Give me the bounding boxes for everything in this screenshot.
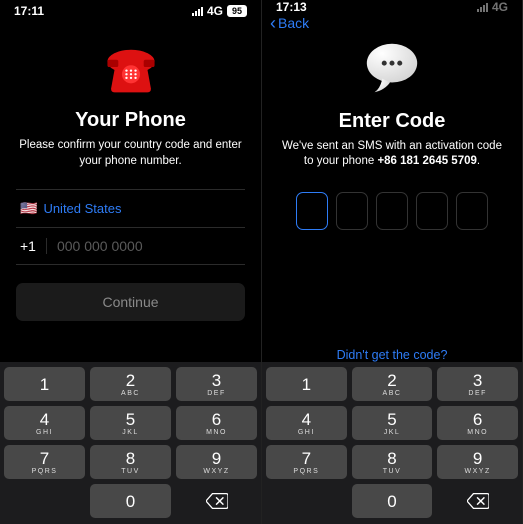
code-digit-1[interactable] — [296, 192, 328, 230]
keypad-key-5[interactable]: 5JKL — [352, 406, 433, 440]
keypad-key-0[interactable]: 0 — [90, 484, 171, 518]
keypad-key-7[interactable]: 7PQRS — [266, 445, 347, 479]
status-time: 17:13 — [276, 0, 307, 14]
status-right: 4G 95 — [192, 4, 247, 18]
content: Your Phone Please confirm your country c… — [0, 22, 261, 362]
chevron-left-icon: ‹ — [270, 14, 276, 32]
status-right: 4G — [477, 0, 508, 14]
status-bar: 17:11 4G 95 — [0, 0, 261, 22]
subtitle: Please confirm your country code and ent… — [16, 138, 245, 169]
keypad-backspace[interactable] — [437, 484, 518, 518]
keypad-key-2[interactable]: 2ABC — [90, 367, 171, 401]
status-time: 17:11 — [14, 4, 44, 18]
back-button[interactable]: ‹ Back — [270, 14, 309, 32]
phone-icon — [102, 38, 160, 101]
country-name: United States — [43, 201, 121, 216]
phone-input[interactable] — [57, 238, 241, 254]
page-title: Enter Code — [339, 110, 446, 133]
resend-code-link[interactable]: Didn't get the code? — [337, 348, 448, 362]
dial-code: +1 — [20, 238, 47, 254]
flag-icon: 🇺🇸 — [20, 200, 37, 217]
keypad-key-6[interactable]: 6MNO — [437, 406, 518, 440]
code-digit-5[interactable] — [456, 192, 488, 230]
keypad-key-1[interactable]: 1 — [266, 367, 347, 401]
page-title: Your Phone — [75, 109, 186, 132]
signal-icon — [477, 3, 488, 12]
keypad-key-6[interactable]: 6MNO — [176, 406, 257, 440]
phone-row: +1 — [16, 228, 245, 265]
keypad-key-4[interactable]: 4GHI — [4, 406, 85, 440]
keypad-key-9[interactable]: 9WXYZ — [176, 445, 257, 479]
keypad-blank — [266, 484, 347, 518]
speech-bubble-icon — [361, 39, 423, 102]
keypad-key-7[interactable]: 7PQRS — [4, 445, 85, 479]
keypad-key-8[interactable]: 8TUV — [352, 445, 433, 479]
keypad-key-1[interactable]: 1 — [4, 367, 85, 401]
content: Enter Code We've sent an SMS with an act… — [262, 33, 522, 362]
country-selector[interactable]: 🇺🇸 United States — [16, 189, 245, 228]
keypad-key-2[interactable]: 2ABC — [352, 367, 433, 401]
keypad-key-5[interactable]: 5JKL — [90, 406, 171, 440]
keypad-backspace[interactable] — [176, 484, 257, 518]
keypad-key-9[interactable]: 9WXYZ — [437, 445, 518, 479]
numeric-keypad: 12ABC3DEF 4GHI5JKL6MNO 7PQRS8TUV9WXYZ0 — [262, 362, 522, 524]
subtitle-phone: +86 181 2645 5709 — [377, 155, 476, 167]
back-label: Back — [278, 15, 309, 31]
continue-button[interactable]: Continue — [16, 283, 245, 321]
code-digit-3[interactable] — [376, 192, 408, 230]
network-label: 4G — [492, 0, 508, 14]
keypad-key-3[interactable]: 3DEF — [437, 367, 518, 401]
code-digit-4[interactable] — [416, 192, 448, 230]
nav-bar: ‹ Back — [262, 14, 522, 33]
battery-icon: 95 — [227, 5, 247, 17]
subtitle: We've sent an SMS with an activation cod… — [278, 139, 506, 170]
screen-enter-code: 17:13 4G ‹ Back — [261, 0, 522, 524]
keypad-key-8[interactable]: 8TUV — [90, 445, 171, 479]
keypad-key-0[interactable]: 0 — [352, 484, 433, 518]
signal-icon — [192, 7, 203, 16]
numeric-keypad: 12ABC3DEF 4GHI5JKL6MNO 7PQRS8TUV9WXYZ0 — [0, 362, 261, 524]
keypad-key-3[interactable]: 3DEF — [176, 367, 257, 401]
screen-phone-entry: 17:11 4G 95 Your Phone Please confir — [0, 0, 261, 524]
status-bar: 17:13 4G — [262, 0, 522, 14]
code-input[interactable] — [296, 192, 488, 230]
keypad-blank — [4, 484, 85, 518]
keypad-key-4[interactable]: 4GHI — [266, 406, 347, 440]
network-label: 4G — [207, 4, 223, 18]
code-digit-2[interactable] — [336, 192, 368, 230]
